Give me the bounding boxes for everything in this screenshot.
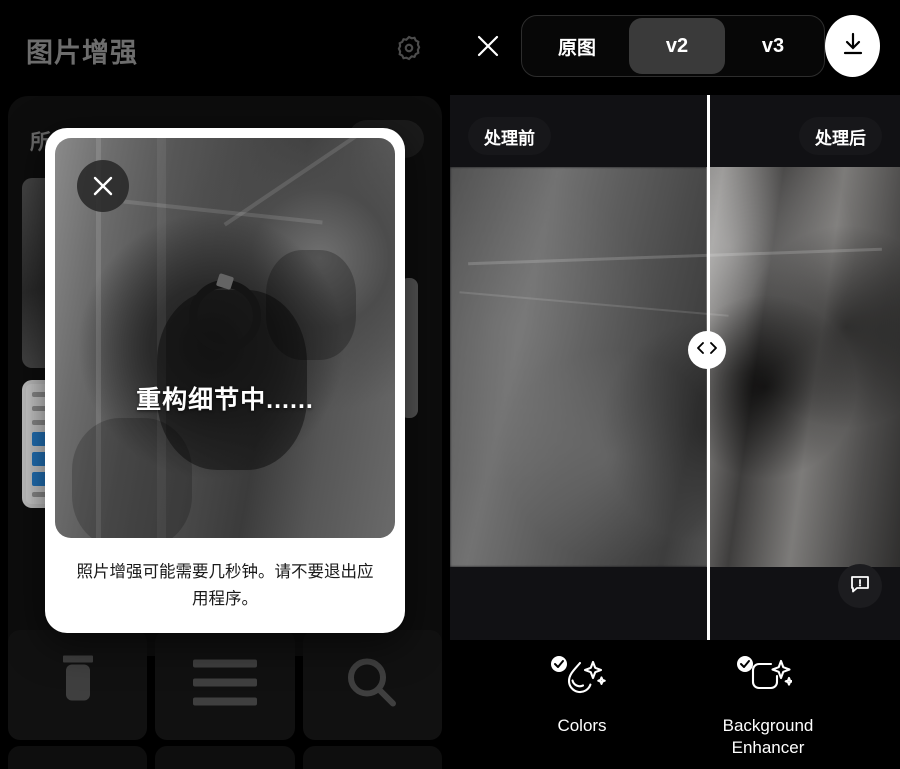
dialog-preview-image: 重构细节中...... — [55, 138, 395, 538]
comparison-slider-handle[interactable] — [687, 331, 726, 369]
tile-secondary[interactable] — [155, 746, 295, 769]
option-background-enhancer[interactable]: Background Enhancer — [703, 656, 833, 759]
check-badge-icon — [736, 655, 754, 678]
left-header: 图片增强 — [0, 0, 450, 100]
segment-v2[interactable]: v2 — [629, 18, 726, 74]
right-panel: 原图 v2 v3 处理前 处理后 Colors Background Enhan… — [450, 0, 900, 769]
download-icon — [840, 31, 866, 62]
background-icon-wrap — [736, 655, 798, 706]
gear-icon[interactable] — [394, 33, 424, 68]
app-root: 图片增强 所有图片 — [0, 0, 900, 769]
feedback-button[interactable] — [838, 564, 882, 608]
enhancement-options-bar: Colors Background Enhancer — [450, 640, 900, 769]
tile-secondary[interactable] — [302, 746, 442, 769]
left-panel: 图片增强 所有图片 — [0, 0, 450, 769]
left-right-chevrons-icon — [696, 341, 718, 360]
processing-dialog: 重构细节中...... 照片增强可能需要几秒钟。请不要退出应用程序。 — [45, 128, 405, 633]
segment-v3[interactable]: v3 — [725, 18, 821, 74]
option-label: Colors — [557, 716, 607, 735]
version-segmented-control: 原图 v2 v3 — [521, 15, 826, 77]
option-label: Background Enhancer — [722, 716, 814, 757]
list-lines-icon — [192, 659, 257, 711]
search-icon — [346, 657, 398, 714]
right-topbar: 原图 v2 v3 — [450, 0, 900, 92]
dialog-status-text: 重构细节中...... — [136, 386, 314, 414]
dialog-footer: 照片增强可能需要几秒钟。请不要退出应用程序。 — [45, 538, 405, 633]
dialog-card: 重构细节中...... 照片增强可能需要几秒钟。请不要退出应用程序。 — [45, 128, 405, 633]
feedback-icon — [849, 573, 871, 600]
page-title: 图片增强 — [26, 37, 138, 68]
close-icon[interactable] — [468, 24, 507, 68]
comparison-labels: 处理前 处理后 — [450, 95, 900, 173]
tile-search[interactable] — [302, 630, 442, 740]
left-tool-tiles — [8, 630, 442, 740]
dialog-close-button[interactable] — [77, 160, 129, 212]
before-label: 处理前 — [468, 117, 551, 155]
segment-original[interactable]: 原图 — [525, 18, 629, 74]
spinner-accent-dot — [215, 273, 235, 290]
after-label: 处理后 — [799, 117, 882, 155]
spinner-ring — [189, 273, 261, 352]
option-colors[interactable]: Colors — [517, 656, 647, 737]
check-badge-icon — [550, 655, 568, 678]
download-button[interactable] — [825, 15, 880, 77]
left-tool-tiles-row2 — [8, 746, 442, 769]
colors-icon-wrap — [550, 655, 612, 706]
dialog-message: 照片增强可能需要几秒钟。请不要退出应用程序。 — [76, 562, 374, 608]
tile-list[interactable] — [155, 630, 295, 740]
comparison-images — [450, 167, 900, 567]
loading-indicator: 重构细节中...... — [55, 273, 395, 416]
before-after-comparison: 处理前 处理后 — [450, 95, 900, 640]
tile-delete[interactable] — [8, 630, 148, 740]
tile-secondary[interactable] — [8, 746, 148, 769]
trash-icon — [56, 655, 100, 715]
